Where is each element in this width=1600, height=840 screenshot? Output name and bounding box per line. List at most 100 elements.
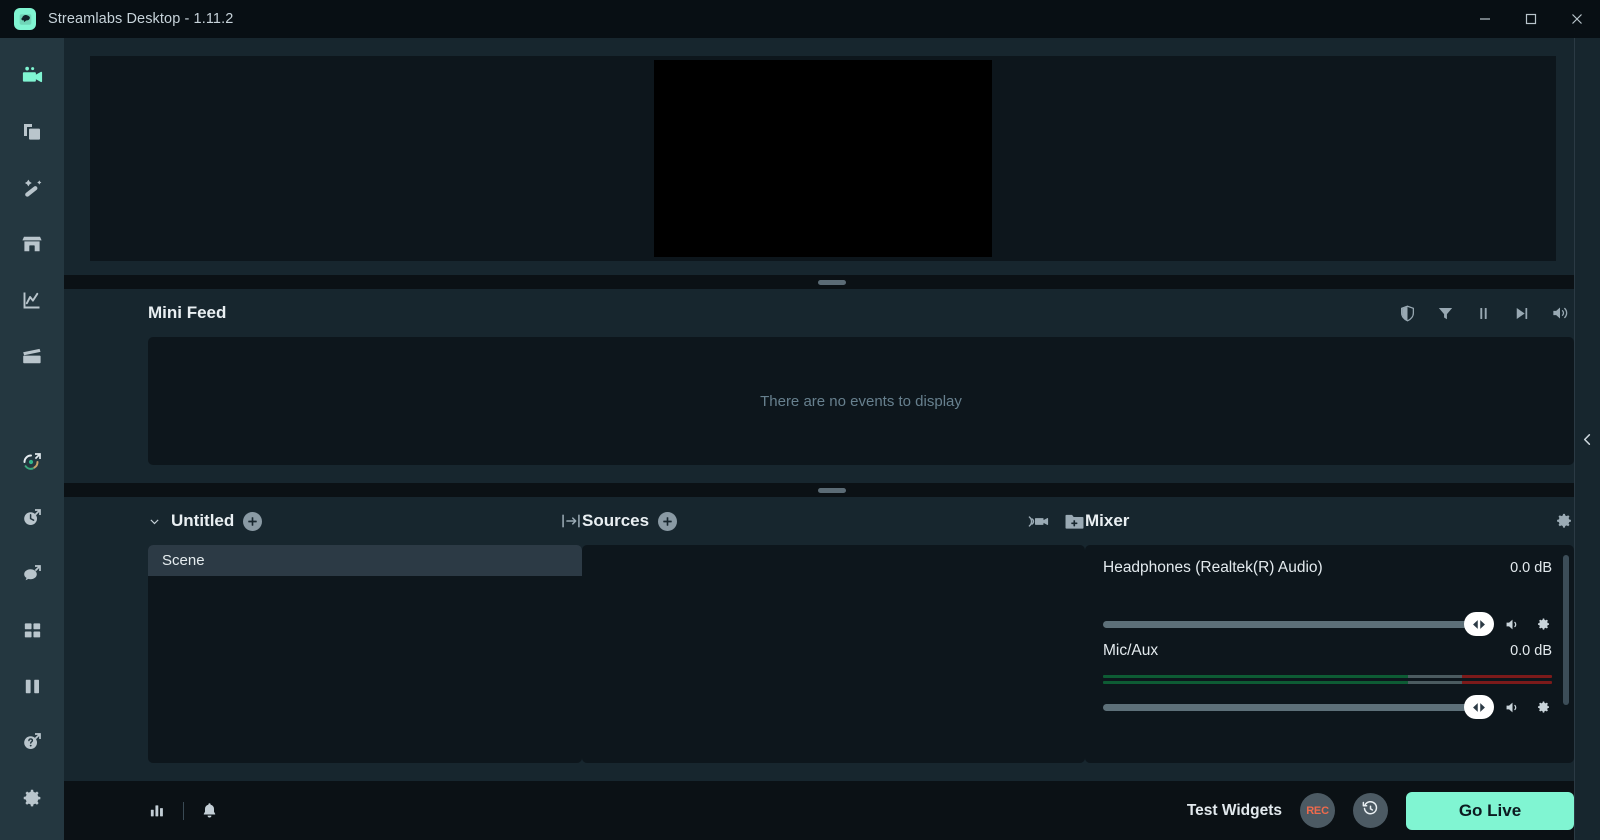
- sidebar-item-clips[interactable]: [0, 328, 64, 384]
- right-panel-collapse-strip[interactable]: [1574, 38, 1600, 840]
- go-live-button[interactable]: Go Live: [1406, 792, 1574, 830]
- window-body: Mini Feed: [0, 38, 1600, 840]
- store-icon: [20, 232, 44, 256]
- volume-icon[interactable]: [1550, 303, 1570, 323]
- mini-feed-events-list: There are no events to display: [148, 337, 1574, 465]
- mixer-channel: Mic/Aux 0.0 dB: [1103, 642, 1552, 717]
- sources-panel: Sources: [582, 497, 1085, 781]
- magic-wand-icon: [20, 176, 44, 200]
- sidebar-item-highlighter[interactable]: [0, 160, 64, 216]
- mini-feed-title: Mini Feed: [148, 303, 226, 323]
- mini-feed-panel: Mini Feed: [64, 289, 1600, 483]
- sidebar-item-dashboard[interactable]: [0, 434, 64, 490]
- streamlabs-logo-icon: [14, 8, 36, 30]
- mini-feed-header: Mini Feed: [80, 289, 1574, 337]
- sidebar-item-widgets[interactable]: [0, 602, 64, 658]
- footer-divider: [183, 802, 184, 820]
- channel-settings-gear-icon[interactable]: [1535, 616, 1552, 633]
- scene-list-item[interactable]: Scene: [148, 545, 582, 576]
- camera-signal-icon[interactable]: [1027, 512, 1050, 531]
- lower-resize-handle[interactable]: [818, 488, 846, 493]
- close-button[interactable]: [1554, 0, 1600, 38]
- add-scene-button[interactable]: [243, 512, 262, 531]
- mute-toggle-icon[interactable]: [1503, 615, 1522, 634]
- nav-bottom-group: [0, 434, 64, 840]
- chevron-left-icon[interactable]: [1580, 432, 1595, 447]
- mixer-scrollbar-thumb[interactable]: [1563, 555, 1569, 705]
- main-area: Mini Feed: [64, 38, 1600, 840]
- chevron-down-icon[interactable]: [148, 515, 161, 528]
- mixer-header: Mixer: [1085, 497, 1574, 545]
- streamlabs-window: Streamlabs Desktop - 1.11.2: [0, 0, 1600, 840]
- sidebar-item-settings[interactable]: [0, 770, 64, 826]
- dashboard-external-icon: [20, 450, 44, 474]
- volume-slider-track: [1103, 621, 1490, 628]
- add-source-button[interactable]: [658, 512, 677, 531]
- mixer-channel-db: 0.0 dB: [1510, 560, 1552, 576]
- performance-metrics-icon[interactable]: [148, 801, 167, 820]
- shield-icon[interactable]: [1398, 304, 1417, 323]
- volume-slider-handle[interactable]: [1464, 612, 1494, 636]
- channel-settings-gear-icon[interactable]: [1535, 699, 1552, 716]
- mixer-channel-name[interactable]: Mic/Aux: [1103, 642, 1158, 660]
- bell-icon[interactable]: [200, 801, 219, 820]
- mixer-panel: Mixer: [1085, 497, 1574, 781]
- sidebar-item-layout-editor[interactable]: [0, 658, 64, 714]
- gear-icon: [21, 787, 43, 809]
- sidebar-item-analytics[interactable]: [0, 272, 64, 328]
- sidebar-item-themes[interactable]: [0, 104, 64, 160]
- gear-icon[interactable]: [1554, 511, 1574, 531]
- preview-resize-handle[interactable]: [818, 280, 846, 285]
- minimize-button[interactable]: [1462, 0, 1508, 38]
- scene-transition-icon[interactable]: [560, 512, 582, 530]
- sidebar-item-editor[interactable]: [0, 48, 64, 104]
- lower-resize-row: [64, 483, 1600, 497]
- line-chart-icon: [20, 288, 44, 312]
- sidebar-item-cloudbot[interactable]: [0, 490, 64, 546]
- pause-icon[interactable]: [1474, 304, 1493, 323]
- record-button[interactable]: REC: [1300, 793, 1335, 828]
- video-camera-icon: [19, 63, 45, 89]
- window-title: Streamlabs Desktop - 1.11.2: [48, 11, 233, 27]
- test-widgets-button[interactable]: Test Widgets: [1187, 802, 1282, 820]
- maximize-button[interactable]: [1508, 0, 1554, 38]
- scene-collection-name[interactable]: Untitled: [171, 511, 234, 531]
- volume-slider-track: [1103, 704, 1490, 711]
- clapperboard-icon: [20, 344, 44, 368]
- mixer-channel-name[interactable]: Headphones (Realtek(R) Audio): [1103, 559, 1323, 577]
- preview-resize-row: [64, 275, 1600, 289]
- mixer-channel-controls: [1103, 615, 1552, 634]
- footer-bar: Test Widgets REC Go Live: [64, 781, 1600, 840]
- preview-viewport[interactable]: [90, 56, 1556, 261]
- filter-icon[interactable]: [1436, 304, 1455, 323]
- left-nav-sidebar: [0, 38, 64, 840]
- volume-slider[interactable]: [1103, 621, 1490, 628]
- volume-slider-handle[interactable]: [1464, 695, 1494, 719]
- replay-buffer-button[interactable]: [1353, 793, 1388, 828]
- sidebar-item-help[interactable]: [0, 714, 64, 770]
- scenes-header-actions: [560, 512, 582, 530]
- add-folder-icon[interactable]: [1064, 512, 1085, 531]
- mixer-scrollbar[interactable]: [1563, 555, 1569, 753]
- stream-preview-canvas[interactable]: [654, 60, 992, 257]
- skip-next-icon[interactable]: [1512, 304, 1531, 323]
- sidebar-item-app-store[interactable]: [0, 216, 64, 272]
- sidebar-item-alert-box[interactable]: [0, 546, 64, 602]
- scenes-list[interactable]: Scene: [148, 545, 582, 763]
- window-controls: [1462, 0, 1600, 38]
- sources-list[interactable]: [582, 545, 1085, 763]
- scenes-header: Untitled: [148, 497, 582, 545]
- right-edge-divider: [1574, 38, 1575, 840]
- mini-feed-empty-text: There are no events to display: [760, 393, 962, 410]
- mute-toggle-icon[interactable]: [1503, 698, 1522, 717]
- audio-meter-bar: [1103, 681, 1552, 684]
- footer-right-group: Test Widgets REC Go Live: [1187, 792, 1574, 830]
- mixer-title: Mixer: [1085, 511, 1129, 531]
- mixer-channel-db: 0.0 dB: [1510, 643, 1552, 659]
- mixer-channels: Headphones (Realtek(R) Audio) 0.0 dB: [1085, 545, 1574, 763]
- lower-panels: Untitled: [64, 497, 1600, 781]
- volume-slider[interactable]: [1103, 704, 1490, 711]
- grid-icon: [21, 619, 44, 642]
- sources-header-actions: [1027, 512, 1085, 531]
- preview-container: [64, 38, 1600, 275]
